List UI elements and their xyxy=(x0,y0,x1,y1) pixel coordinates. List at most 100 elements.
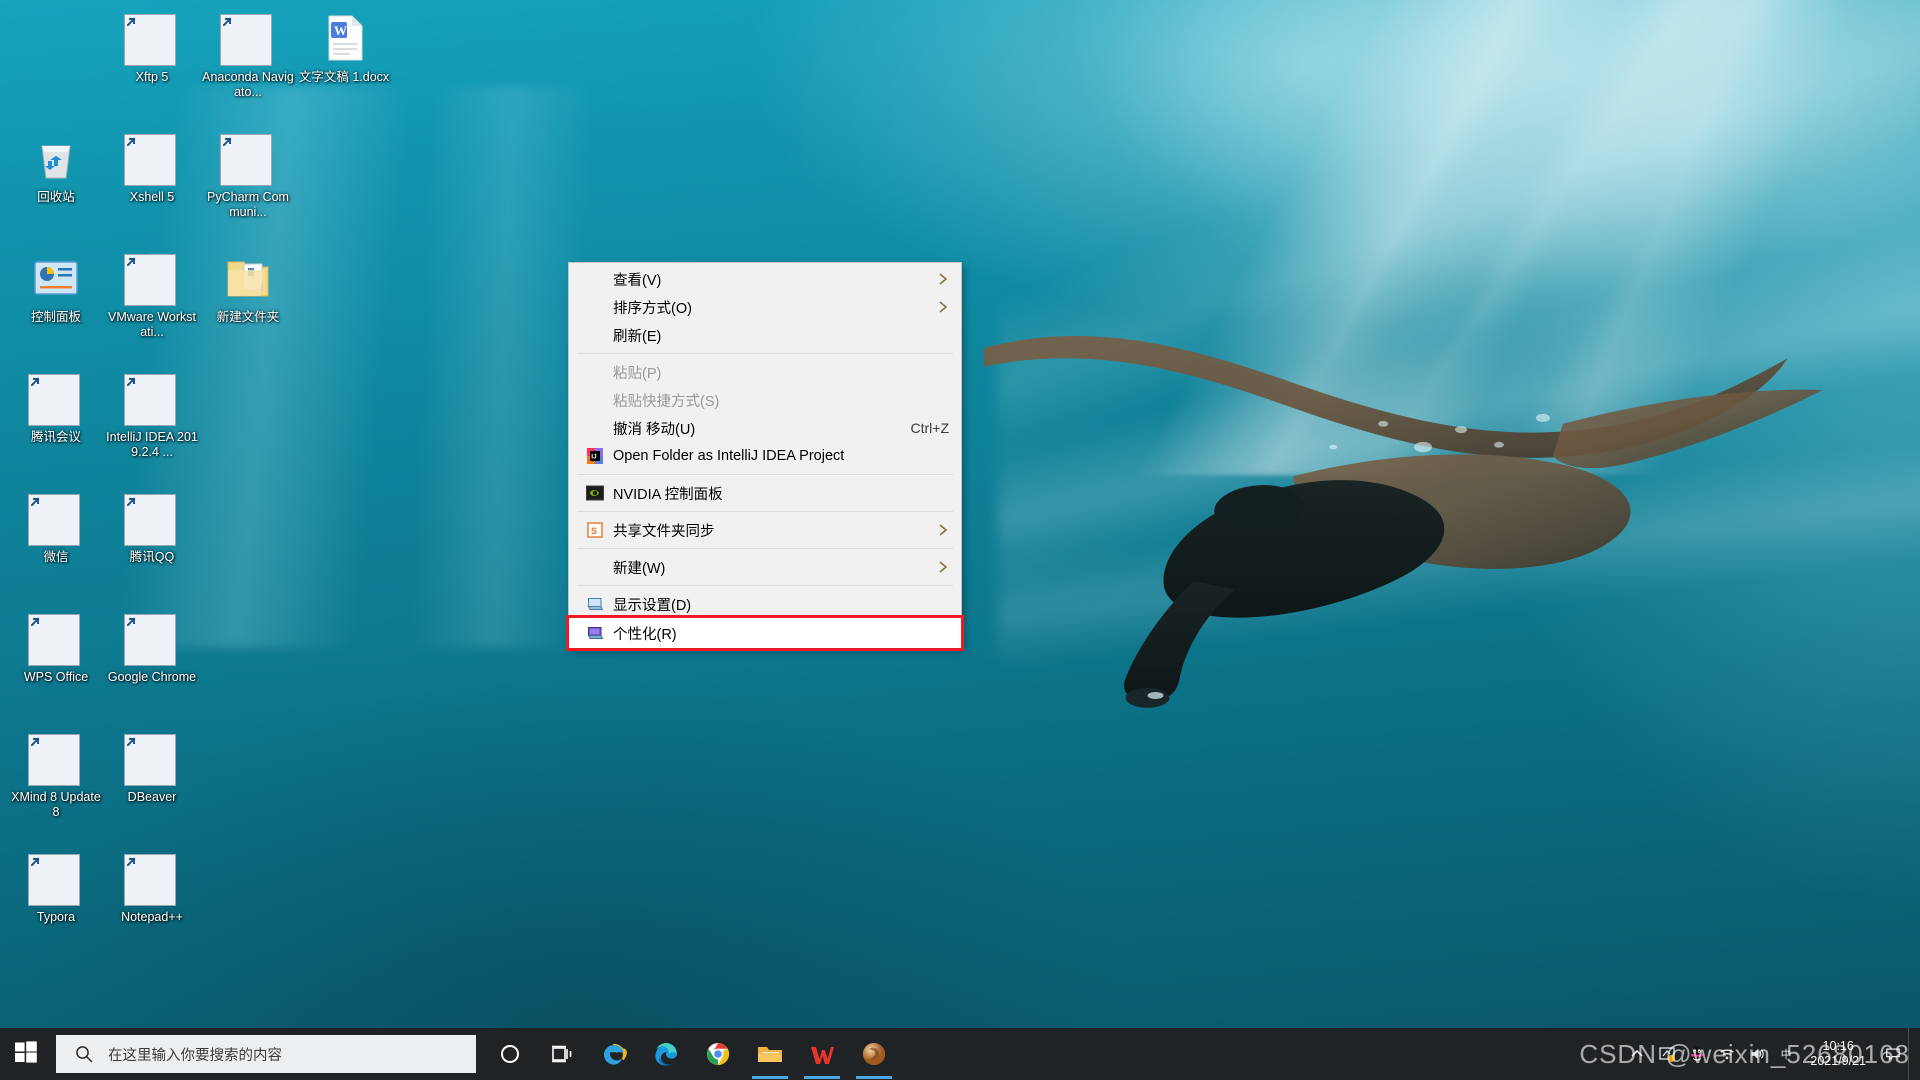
intellij-idea-icon: IJ xyxy=(585,446,605,466)
context-menu-item-nvidia-control-panel[interactable]: NVIDIA 控制面板 xyxy=(569,479,961,507)
word-document-icon: W xyxy=(318,12,370,64)
context-menu-item-open-folder-as-intellij-project[interactable]: IJ Open Folder as IntelliJ IDEA Project xyxy=(569,442,961,470)
desktop-icon-placeholder-4 xyxy=(200,604,296,724)
anaconda-icon xyxy=(222,12,274,64)
context-menu-item-view[interactable]: 查看(V) xyxy=(569,265,961,293)
desktop-icon-label: 文字文稿 1.docx xyxy=(298,70,390,85)
desktop-icon-label: XMind 8 Update 8 xyxy=(10,790,102,820)
desktop-icon-label: 控制面板 xyxy=(10,310,102,325)
desktop-icon-typora[interactable]: T Typora xyxy=(8,844,104,964)
task-view-icon xyxy=(548,1040,576,1068)
desktop-icon-pycharm-community[interactable]: PC PyCharm Communi... xyxy=(200,124,296,244)
desktop-icon-notepadpp[interactable]: Notepad++ xyxy=(104,844,200,964)
desktop-icon-recycle-bin[interactable]: 回收站 xyxy=(8,124,104,244)
potplayer-icon xyxy=(860,1040,888,1068)
shortcut-arrow-icon xyxy=(220,134,272,186)
shortcut-arrow-icon xyxy=(124,134,176,186)
context-menu-item-label: 显示设置(D) xyxy=(613,594,949,615)
item-icon-slot xyxy=(585,390,605,410)
context-menu-separator xyxy=(577,353,953,354)
start-button[interactable] xyxy=(0,1028,52,1080)
context-menu-separator xyxy=(577,585,953,586)
dbeaver-icon xyxy=(126,732,178,784)
action-center-icon[interactable] xyxy=(1878,1028,1908,1080)
context-menu-item-label: 个性化(R) xyxy=(613,623,949,644)
wps-office-button[interactable] xyxy=(796,1028,848,1080)
recycle-bin-icon xyxy=(30,132,82,184)
qq-icon xyxy=(126,492,178,544)
shortcut-arrow-icon xyxy=(124,14,176,66)
cortana-button[interactable] xyxy=(484,1028,536,1080)
clock-time: 10:16 xyxy=(1810,1039,1866,1054)
context-menu-item-shared-folder-sync[interactable]: S 共享文件夹同步 xyxy=(569,516,961,544)
desktop-icon-label: 新建文件夹 xyxy=(202,310,294,325)
desktop-icon-intellij-idea[interactable]: IJ IntelliJ IDEA 2019.2.4 ... xyxy=(104,364,200,484)
context-menu-item-sort-by[interactable]: 排序方式(O) xyxy=(569,293,961,321)
desktop-icon-xftp-5[interactable]: Xftp 5 xyxy=(104,4,200,124)
microsoft-edge-button[interactable] xyxy=(640,1028,692,1080)
context-menu-item-undo-move[interactable]: 撤消 移动(U) Ctrl+Z xyxy=(569,414,961,442)
task-view-button[interactable] xyxy=(536,1028,588,1080)
desktop-icon-label: Xshell 5 xyxy=(106,190,198,205)
desktop-icon-tencent-qq[interactable]: 腾讯QQ xyxy=(104,484,200,604)
personalize-icon xyxy=(585,623,605,643)
taskbar-app-buttons xyxy=(484,1028,900,1080)
desktop-icon-word-document[interactable]: W 文字文稿 1.docx xyxy=(296,4,392,124)
google-chrome-button[interactable] xyxy=(692,1028,744,1080)
desktop-icon-label: 腾讯会议 xyxy=(10,430,102,445)
shortcut-arrow-icon xyxy=(124,494,176,546)
xmind-icon xyxy=(30,732,82,784)
desktop-icon-xmind-8[interactable]: XMind 8 Update 8 xyxy=(8,724,104,844)
system-tray[interactable]: 中 10:16 2021/9/21 xyxy=(1622,1028,1920,1080)
context-menu-item-new[interactable]: 新建(W) xyxy=(569,553,961,581)
internet-explorer-button[interactable] xyxy=(588,1028,640,1080)
desktop-icon-wechat[interactable]: 微信 xyxy=(8,484,104,604)
control-panel-icon xyxy=(30,252,82,304)
shortcut-arrow-icon xyxy=(28,734,80,786)
shortcut-arrow-icon xyxy=(220,14,272,66)
context-menu-item-personalize[interactable]: 个性化(R) xyxy=(569,618,961,648)
desktop-icon-dbeaver[interactable]: DBeaver xyxy=(104,724,200,844)
desktop-icon-google-chrome[interactable]: Google Chrome xyxy=(104,604,200,724)
taskbar-clock[interactable]: 10:16 2021/9/21 xyxy=(1802,1039,1878,1069)
network-wifi-icon[interactable] xyxy=(1712,1028,1742,1080)
context-menu-item-display-settings[interactable]: 显示设置(D) xyxy=(569,590,961,618)
file-explorer-button[interactable] xyxy=(744,1028,796,1080)
screenshot-tool-icon[interactable] xyxy=(1652,1028,1682,1080)
taskbar-search-box[interactable]: 在这里输入你要搜索的内容 xyxy=(56,1035,476,1073)
context-menu-item-label: 撤消 移动(U) xyxy=(613,418,893,439)
desktop-background[interactable]: Xftp 5 Anaconda Navigato... xyxy=(0,0,1920,1080)
volume-speaker-icon[interactable] xyxy=(1742,1028,1772,1080)
desktop-icon-label: 微信 xyxy=(10,550,102,565)
shortcut-arrow-icon xyxy=(124,254,176,306)
shortcut-arrow-icon xyxy=(124,614,176,666)
desktop-icon-tencent-meeting[interactable]: 腾讯会议 xyxy=(8,364,104,484)
search-icon xyxy=(74,1044,94,1064)
show-desktop-button[interactable] xyxy=(1908,1028,1918,1080)
context-menu-item-label: 查看(V) xyxy=(613,269,927,290)
desktop-icon-wps-office[interactable]: WPS Office xyxy=(8,604,104,724)
desktop-context-menu[interactable]: 查看(V) 排序方式(O) 刷新(E) 粘贴(P) 粘贴快捷方式(S) xyxy=(568,262,962,649)
wps-office-icon xyxy=(808,1040,836,1068)
chinese-ime-icon[interactable]: 中 xyxy=(1772,1028,1802,1080)
desktop-icon-label: Anaconda Navigato... xyxy=(202,70,294,100)
desktop-icon-label: Typora xyxy=(10,910,102,925)
qq-tray-icon[interactable] xyxy=(1682,1028,1712,1080)
desktop-icon-vmware-workstation[interactable]: VMware Workstati... xyxy=(104,244,200,364)
context-menu-item-label: 粘贴(P) xyxy=(613,362,949,383)
svg-text:中: 中 xyxy=(1781,1048,1792,1061)
desktop-icon-label: DBeaver xyxy=(106,790,198,805)
notepadpp-icon xyxy=(126,852,178,904)
media-app-button[interactable] xyxy=(848,1028,900,1080)
taskbar[interactable]: 在这里输入你要搜索的内容 xyxy=(0,1028,1920,1080)
chevron-right-icon xyxy=(937,560,949,574)
context-menu-item-refresh[interactable]: 刷新(E) xyxy=(569,321,961,349)
desktop-icon-anaconda-navigator[interactable]: Anaconda Navigato... xyxy=(200,4,296,124)
desktop-icon-xshell-5[interactable]: Xshell 5 xyxy=(104,124,200,244)
shortcut-arrow-icon xyxy=(28,854,80,906)
show-hidden-icons-chevron[interactable] xyxy=(1622,1028,1652,1080)
desktop-icon-control-panel[interactable]: 控制面板 xyxy=(8,244,104,364)
desktop-icon-label: VMware Workstati... xyxy=(106,310,198,340)
desktop-icon-new-folder[interactable]: 新建文件夹 xyxy=(200,244,296,364)
desktop-icon-label: PyCharm Communi... xyxy=(202,190,294,220)
